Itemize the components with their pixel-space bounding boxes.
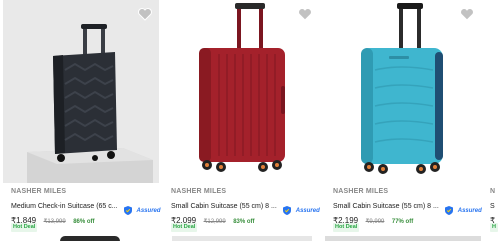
product-card[interactable]: N S ₹ H <box>488 0 500 241</box>
suitcase-image <box>199 3 285 172</box>
assured-label: Assured <box>457 207 482 214</box>
suitcase-image <box>27 24 153 183</box>
product-discount: 86% off <box>73 219 95 225</box>
product-image[interactable] <box>3 0 159 183</box>
assured-label: Assured <box>136 207 161 214</box>
price-row: ₹2,199 ₹9,999 77% off <box>333 210 413 225</box>
product-card[interactable]: NASHER MILES Medium Check-in Suitcase (6… <box>3 0 161 241</box>
hot-deal-badge: H <box>490 223 498 232</box>
product-discount: 77% off <box>391 219 414 225</box>
product-mrp: ₹13,999 <box>43 219 66 225</box>
next-row-image-peek <box>60 236 120 241</box>
product-title-row[interactable]: Medium Check-in Suitcase (65 c... Assure… <box>11 198 161 216</box>
suitcase-image <box>361 3 443 174</box>
product-brand: NASHER MILES <box>333 188 389 195</box>
product-brand: NASHER MILES <box>11 188 67 195</box>
wishlist-heart-icon[interactable] <box>137 6 153 22</box>
product-title-row[interactable]: S <box>490 198 500 210</box>
hot-deal-badge: Hot Deal <box>333 223 360 232</box>
product-image[interactable] <box>163 0 319 183</box>
product-card[interactable]: NASHER MILES Small Cabin Suitcase (55 cm… <box>163 0 320 241</box>
price-row: ₹2,099 ₹12,999 83% off <box>171 210 255 225</box>
product-image[interactable] <box>325 0 481 183</box>
product-discount: 83% off <box>233 219 255 225</box>
product-brand: N <box>490 188 496 195</box>
product-mrp: ₹9,999 <box>365 219 385 225</box>
assured-badge: Assured <box>283 202 320 216</box>
hot-deal-badge: Hot Deal <box>171 223 198 232</box>
shield-icon <box>445 206 454 216</box>
product-brand: NASHER MILES <box>171 188 227 195</box>
shield-icon <box>283 206 292 216</box>
product-grid: NASHER MILES Medium Check-in Suitcase (6… <box>0 0 500 241</box>
next-row-image-peek <box>172 236 312 241</box>
product-title-row[interactable]: Small Cabin Suitcase (55 cm) 8 ... Assur… <box>333 198 482 216</box>
assured-badge: Assured <box>124 202 161 216</box>
assured-label: Assured <box>295 207 320 214</box>
price-row: ₹1,849 ₹13,999 86% off <box>11 210 95 225</box>
product-card[interactable]: NASHER MILES Small Cabin Suitcase (55 cm… <box>325 0 482 241</box>
assured-badge: Assured <box>445 202 482 216</box>
wishlist-heart-icon[interactable] <box>459 6 475 22</box>
hot-deal-badge: Hot Deal <box>11 223 38 232</box>
product-mrp: ₹12,999 <box>203 219 226 225</box>
price-row: ₹ <box>490 210 495 225</box>
next-row-image-peek <box>325 236 481 241</box>
shield-icon <box>124 206 133 216</box>
wishlist-heart-icon[interactable] <box>297 6 313 22</box>
product-title-row[interactable]: Small Cabin Suitcase (55 cm) 8 ... Assur… <box>171 198 320 216</box>
